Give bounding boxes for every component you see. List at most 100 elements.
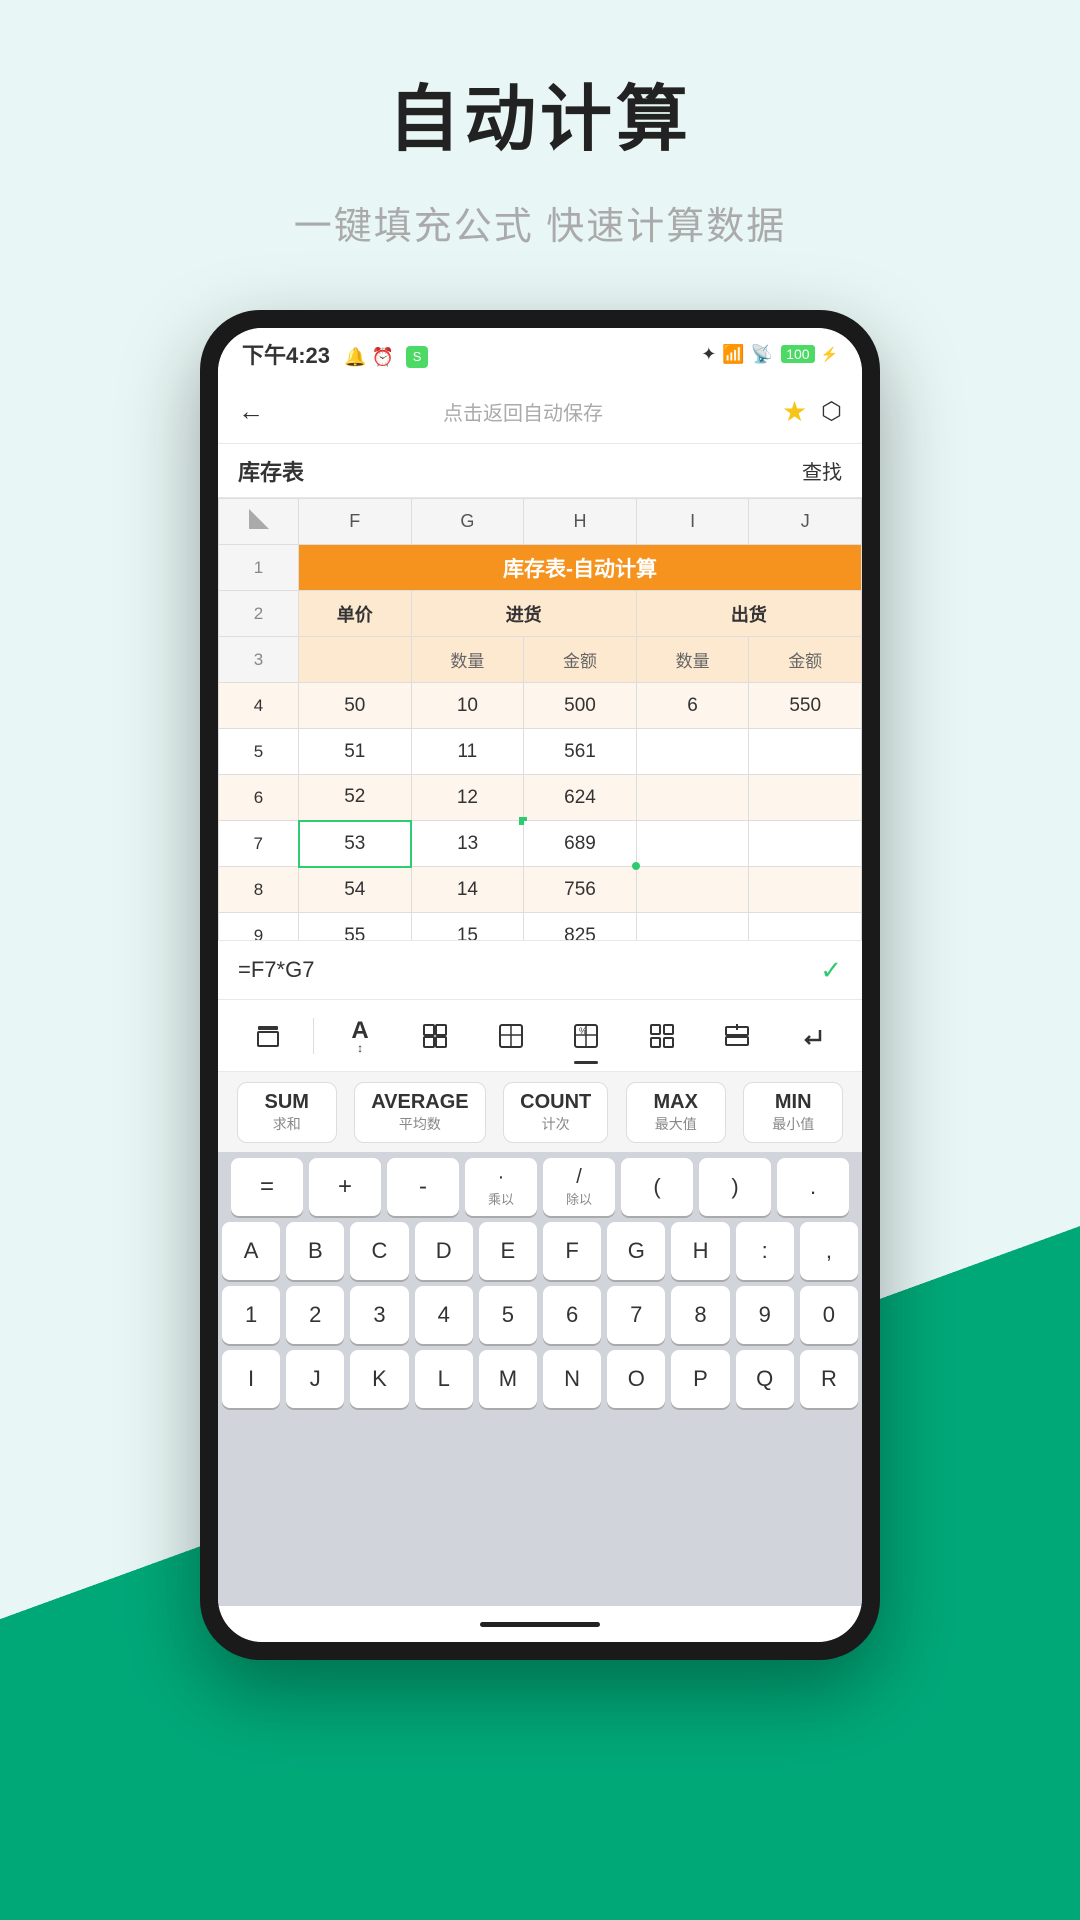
average-button[interactable]: AVERAGE 平均数 (354, 1082, 485, 1143)
cell-i7[interactable] (636, 821, 749, 867)
key-p[interactable]: P (671, 1350, 729, 1408)
cell-g8[interactable]: 14 (411, 867, 524, 913)
formula-button[interactable]: % (549, 1006, 624, 1066)
enter-button[interactable] (775, 1006, 850, 1066)
cell-j9[interactable] (749, 913, 862, 941)
key-6[interactable]: 6 (543, 1286, 601, 1344)
key-divide[interactable]: / 除以 (543, 1158, 615, 1216)
key-a[interactable]: A (222, 1222, 280, 1280)
key-n[interactable]: N (543, 1350, 601, 1408)
cell-j6[interactable] (749, 775, 862, 821)
grid-button[interactable] (398, 1006, 473, 1066)
cell-g9[interactable]: 15 (411, 913, 524, 941)
key-j[interactable]: J (286, 1350, 344, 1408)
key-colon[interactable]: : (736, 1222, 794, 1280)
key-f[interactable]: F (543, 1222, 601, 1280)
key-multiply[interactable]: · 乘以 (465, 1158, 537, 1216)
max-button[interactable]: MAX 最大值 (626, 1082, 726, 1143)
cell-g7[interactable]: 13 (411, 821, 524, 867)
key-0[interactable]: 0 (800, 1286, 858, 1344)
key-4[interactable]: 4 (415, 1286, 473, 1344)
cell-h3[interactable]: 金额 (524, 637, 637, 683)
key-c[interactable]: C (350, 1222, 408, 1280)
star-button[interactable]: ★ (782, 395, 807, 428)
formula-text[interactable]: =F7*G7 (238, 957, 314, 983)
key-2[interactable]: 2 (286, 1286, 344, 1344)
insert-row-button[interactable] (699, 1006, 774, 1066)
cell-h4[interactable]: 500 (524, 683, 637, 729)
cell-j7[interactable] (749, 821, 862, 867)
key-1[interactable]: 1 (222, 1286, 280, 1344)
key-comma[interactable]: , (800, 1222, 858, 1280)
cell-h7[interactable]: 689 (524, 821, 637, 867)
key-minus[interactable]: - (387, 1158, 459, 1216)
key-b[interactable]: B (286, 1222, 344, 1280)
cell-i4[interactable]: 6 (636, 683, 749, 729)
key-r[interactable]: R (800, 1350, 858, 1408)
sum-button[interactable]: SUM 求和 (237, 1082, 337, 1143)
min-button[interactable]: MIN 最小值 (743, 1082, 843, 1143)
text-format-button[interactable]: A ↕ (322, 1006, 397, 1066)
cell-h6[interactable]: 624 (524, 775, 637, 821)
cell-j8[interactable] (749, 867, 862, 913)
key-g[interactable]: G (607, 1222, 665, 1280)
merge-button[interactable] (624, 1006, 699, 1066)
key-8[interactable]: 8 (671, 1286, 729, 1344)
cell-f5[interactable]: 51 (299, 729, 412, 775)
toolbar: A ↕ (218, 1000, 862, 1072)
cell-h5[interactable]: 561 (524, 729, 637, 775)
cell-f7-selected[interactable]: 53 (299, 821, 412, 867)
cell-i3[interactable]: 数量 (636, 637, 749, 683)
col-header-f: F (299, 499, 412, 545)
key-q[interactable]: Q (736, 1350, 794, 1408)
cell-f3[interactable] (299, 637, 412, 683)
export-button[interactable]: ⬡ (821, 397, 842, 426)
cell-j5[interactable] (749, 729, 862, 775)
cell-f6[interactable]: 52 (299, 775, 412, 821)
cell-h9[interactable]: 825 (524, 913, 637, 941)
search-button[interactable]: 查找 (802, 456, 842, 485)
cell-i5[interactable] (636, 729, 749, 775)
key-l[interactable]: L (415, 1350, 473, 1408)
key-3[interactable]: 3 (350, 1286, 408, 1344)
key-equals[interactable]: = (231, 1158, 303, 1216)
cell-g4[interactable]: 10 (411, 683, 524, 729)
key-open-paren[interactable]: ( (621, 1158, 693, 1216)
cell-f9[interactable]: 55 (299, 913, 412, 941)
status-bar: 下午4:23 🔔 ⏰ S ✦ 📶 📡 100 ⚡ (218, 328, 862, 380)
cell-i2[interactable]: 出货 (636, 591, 861, 637)
key-e[interactable]: E (479, 1222, 537, 1280)
back-button[interactable]: ← (238, 396, 264, 427)
sheet-title-cell[interactable]: 库存表-自动计算 (299, 545, 862, 591)
key-m[interactable]: M (479, 1350, 537, 1408)
cell-h8[interactable]: 756 (524, 867, 637, 913)
key-h[interactable]: H (671, 1222, 729, 1280)
key-dot[interactable]: . (777, 1158, 849, 1216)
formula-confirm-button[interactable]: ✓ (820, 955, 842, 986)
cell-button[interactable] (473, 1006, 548, 1066)
key-5[interactable]: 5 (479, 1286, 537, 1344)
cell-f4[interactable]: 50 (299, 683, 412, 729)
count-button[interactable]: COUNT 计次 (503, 1082, 608, 1143)
key-i[interactable]: I (222, 1350, 280, 1408)
key-7[interactable]: 7 (607, 1286, 665, 1344)
cell-i9[interactable] (636, 913, 749, 941)
key-k[interactable]: K (350, 1350, 408, 1408)
key-o[interactable]: O (607, 1350, 665, 1408)
cell-j4[interactable]: 550 (749, 683, 862, 729)
key-plus[interactable]: + (309, 1158, 381, 1216)
cell-f2[interactable]: 单价 (299, 591, 412, 637)
key-close-paren[interactable]: ) (699, 1158, 771, 1216)
table-row: 9 55 15 825 (219, 913, 862, 941)
cell-g2[interactable]: 进货 (411, 591, 636, 637)
cell-f8[interactable]: 54 (299, 867, 412, 913)
cell-g5[interactable]: 11 (411, 729, 524, 775)
cell-i8[interactable] (636, 867, 749, 913)
cell-g6[interactable]: 12 (411, 775, 524, 821)
cell-i6[interactable] (636, 775, 749, 821)
key-9[interactable]: 9 (736, 1286, 794, 1344)
key-d[interactable]: D (415, 1222, 473, 1280)
cell-j3[interactable]: 金额 (749, 637, 862, 683)
format-button[interactable] (230, 1006, 305, 1066)
cell-g3[interactable]: 数量 (411, 637, 524, 683)
